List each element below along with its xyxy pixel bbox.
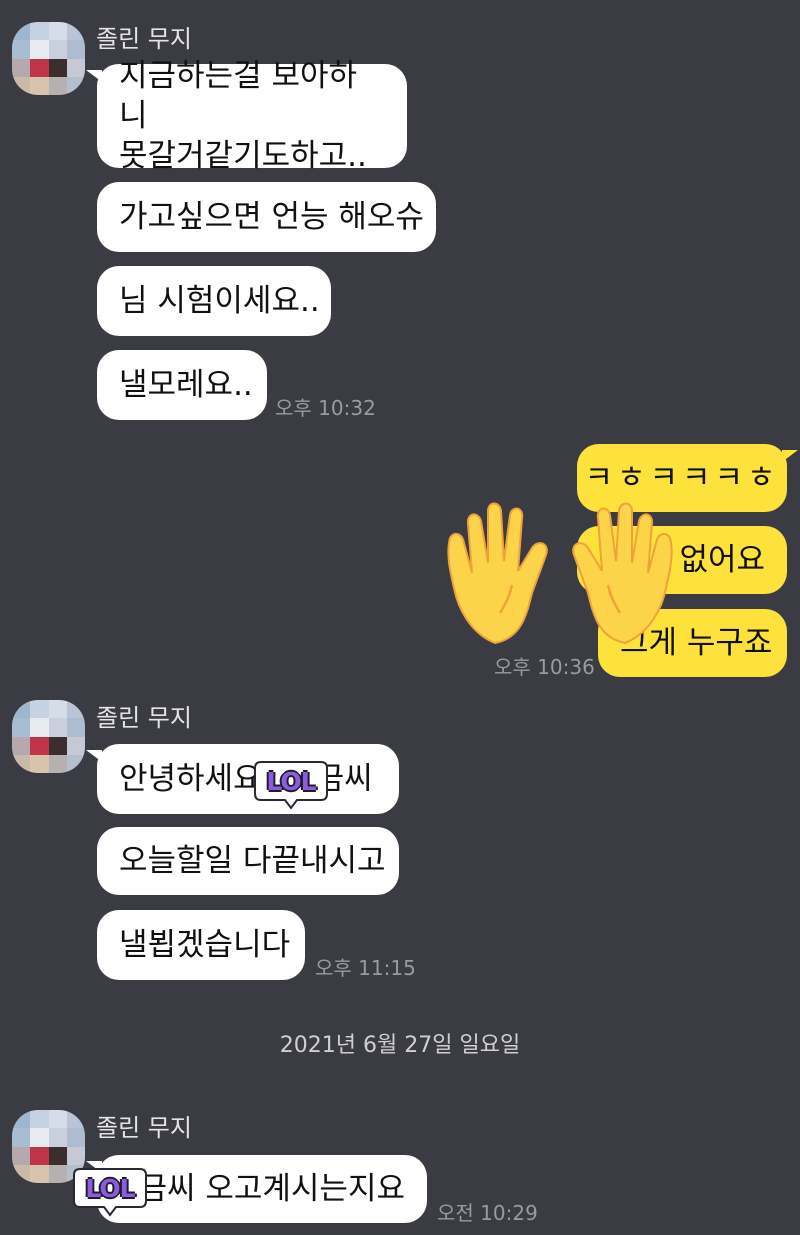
message-bubble[interactable]: 가고싶으면 언능 해오슈: [97, 182, 436, 252]
message-timestamp: 오후 11:15: [315, 956, 416, 980]
avatar[interactable]: [12, 700, 85, 773]
message-text: 오늘할일 다끝내시고: [119, 843, 386, 879]
date-divider: 2021년 6월 27일 일요일: [279, 1033, 521, 1058]
message-timestamp: 오후 10:32: [275, 396, 376, 420]
message-bubble[interactable]: 지금하는걸 보아하니 못갈거같기도하고..: [86, 58, 407, 174]
sender-name: 졸린 무지: [96, 1114, 192, 1142]
message-timestamp: 오전 10:29: [437, 1201, 538, 1225]
message-text: 가고싶으면 언능 해오슈: [119, 199, 424, 235]
sender-name: 졸린 무지: [96, 704, 192, 732]
message-text: 안녕하세요: [119, 761, 262, 797]
message-timestamp: 오후 10:36: [494, 655, 595, 679]
message-bubble[interactable]: 안녕하세요 금씨: [86, 744, 399, 814]
message-text: 금씨 오고계시는지요: [138, 1171, 405, 1207]
message-text: ㅋㅎㅋㅋㅋㅎ: [584, 460, 780, 496]
avatar[interactable]: [12, 22, 85, 95]
message-text: 님 시험이세요..: [119, 283, 320, 319]
raised-hands-icon: [447, 502, 673, 645]
lol-sticker: LOL: [72, 1165, 148, 1217]
message-bubble[interactable]: 낼뵙겠습니다: [97, 910, 305, 980]
message-bubble[interactable]: 낼모레요..: [97, 350, 267, 420]
message-bubble[interactable]: 님 시험이세요..: [97, 266, 331, 336]
message-text: 지금하는걸 보아하니 못갈거같기도하고..: [119, 58, 367, 174]
message-text: 없어요: [679, 542, 765, 578]
lol-label: LOL: [85, 1173, 135, 1203]
message-text: 낼뵙겠습니다: [119, 927, 291, 963]
message-bubble[interactable]: 오늘할일 다끝내시고: [97, 827, 399, 895]
lol-label: LOL: [266, 766, 316, 796]
lol-sticker: LOL: [253, 758, 329, 810]
sender-name: 졸린 무지: [96, 25, 192, 53]
message-text: 낼모레요..: [119, 367, 253, 403]
